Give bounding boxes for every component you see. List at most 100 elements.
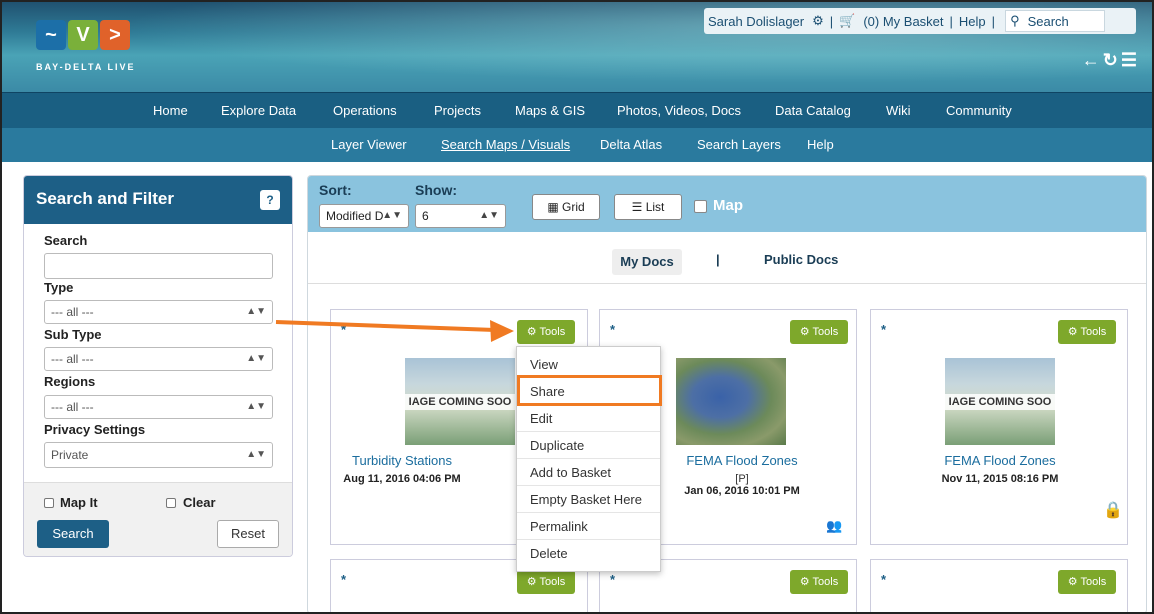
search-input[interactable]	[44, 253, 273, 279]
tools-button[interactable]: ⚙ Tools	[790, 570, 848, 594]
refresh-icon[interactable]: ↻	[1103, 50, 1121, 70]
filter-footer: Map It Clear Search Reset	[24, 482, 292, 556]
tools-label: Tools	[539, 326, 566, 338]
clear-checkbox[interactable]	[166, 498, 176, 508]
tools-button[interactable]: ⚙ Tools	[790, 320, 848, 344]
search-label: Search	[44, 233, 88, 248]
grid-view-button[interactable]: ▦ Grid	[532, 194, 600, 220]
doc-title-link[interactable]: Turbidity Stations	[273, 453, 531, 468]
tools-button[interactable]: ⚙ Tools	[1058, 320, 1116, 344]
gear-icon: ⚙	[1067, 326, 1081, 338]
type-select-value: --- all ---	[51, 305, 94, 319]
divider: |	[991, 13, 996, 29]
favorite-star[interactable]: *	[610, 572, 615, 587]
privacy-select[interactable]: Private ▲▼	[44, 442, 273, 468]
search-filter-panel: Search and Filter ? Search Type --- all …	[23, 175, 293, 557]
show-select[interactable]: 6 ▲▼	[415, 204, 506, 228]
menu-item-delete[interactable]: Delete	[517, 541, 660, 567]
regions-select[interactable]: --- all --- ▲▼	[44, 395, 273, 419]
search-icon: ⚲	[1010, 13, 1020, 28]
subnav-item-delta-atlas[interactable]: Delta Atlas	[600, 128, 662, 162]
site-search-placeholder: Search	[1027, 13, 1069, 29]
show-select-value: 6	[422, 209, 429, 223]
map-it-checkbox[interactable]	[44, 498, 54, 508]
nav-item-operations[interactable]: Operations	[333, 93, 397, 129]
doc-thumbnail[interactable]	[676, 358, 786, 445]
nav-item-explore-data[interactable]: Explore Data	[221, 93, 296, 129]
list-label: List	[645, 200, 665, 214]
tools-button[interactable]: ⚙ Tools	[1058, 570, 1116, 594]
header-toggle-icons[interactable]: ←↻☰	[1082, 50, 1140, 71]
sort-select[interactable]: Modified D ▲▼	[319, 204, 409, 228]
doc-card[interactable]: * ⚙ Tools	[870, 559, 1128, 614]
reset-button[interactable]: Reset	[217, 520, 279, 548]
favorite-star[interactable]: *	[341, 572, 346, 587]
menu-item-empty-basket-here[interactable]: Empty Basket Here	[517, 487, 660, 513]
tools-label: Tools	[1080, 326, 1107, 338]
back-arrow-icon[interactable]: ←	[1082, 50, 1103, 70]
menu-item-permalink[interactable]: Permalink	[517, 514, 660, 540]
subnav-item-layer-viewer[interactable]: Layer Viewer	[331, 128, 407, 162]
logo-bird-icon: ~	[36, 20, 66, 50]
site-search-input[interactable]: ⚲ Search	[1005, 10, 1106, 32]
nav-item-community[interactable]: Community	[946, 93, 1012, 129]
docs-tabs: My Docs | Public Docs	[308, 232, 1146, 284]
doc-thumbnail[interactable]: IAGE COMING SOO	[405, 358, 515, 445]
subnav-item-search-maps[interactable]: Search Maps / Visuals	[441, 128, 570, 162]
doc-title-link[interactable]: FEMA Flood Zones	[871, 453, 1129, 468]
gear-icon: ⚙	[799, 326, 813, 338]
basket-link[interactable]: (0) My Basket	[859, 14, 947, 29]
tools-label: Tools	[812, 576, 839, 588]
cart-icon[interactable]: 🛒	[835, 13, 859, 29]
nav-item-photos-videos-docs[interactable]: Photos, Videos, Docs	[617, 93, 741, 129]
tab-my-docs[interactable]: My Docs	[612, 249, 682, 275]
divider: |	[829, 13, 834, 29]
doc-date: Nov 11, 2015 08:16 PM	[941, 473, 1059, 485]
type-label: Type	[44, 280, 74, 295]
nav-item-data-catalog[interactable]: Data Catalog	[775, 93, 851, 129]
menu-item-edit[interactable]: Edit	[517, 406, 660, 432]
nav-item-home[interactable]: Home	[153, 93, 188, 129]
favorite-star[interactable]: *	[881, 322, 886, 337]
tools-button[interactable]: ⚙ Tools	[517, 570, 575, 594]
subnav-item-search-layers[interactable]: Search Layers	[697, 128, 781, 162]
divider: |	[949, 13, 953, 29]
nav-item-wiki[interactable]: Wiki	[886, 93, 911, 129]
nav-item-maps-gis[interactable]: Maps & GIS	[515, 93, 585, 129]
type-select[interactable]: --- all --- ▲▼	[44, 300, 273, 324]
help-button[interactable]: ?	[260, 190, 280, 210]
subnav-item-help[interactable]: Help	[807, 128, 834, 162]
menu-icon[interactable]: ☰	[1121, 50, 1140, 70]
grid-label: Grid	[562, 200, 585, 214]
gear-icon: ⚙	[526, 576, 540, 588]
clear-label: Clear	[183, 495, 216, 510]
list-view-button[interactable]: ☰ List	[614, 194, 682, 220]
search-button[interactable]: Search	[37, 520, 109, 548]
help-link[interactable]: Help	[955, 14, 990, 29]
show-label: Show:	[415, 182, 457, 198]
doc-thumbnail[interactable]: IAGE COMING SOO	[945, 358, 1055, 445]
favorite-star[interactable]: *	[881, 572, 886, 587]
subtype-label: Sub Type	[44, 327, 102, 342]
gear-icon: ⚙	[1067, 576, 1081, 588]
logo-fish-icon: >	[100, 20, 130, 50]
favorite-star[interactable]: *	[341, 322, 346, 337]
select-caret-icon: ▲▼	[479, 210, 499, 221]
tab-public-docs[interactable]: Public Docs	[764, 252, 838, 267]
tab-separator: |	[716, 252, 720, 267]
lock-icon: 🔒	[1103, 502, 1123, 519]
nav-item-projects[interactable]: Projects	[434, 93, 481, 129]
map-checkbox[interactable]	[694, 200, 707, 213]
doc-card[interactable]: * ⚙ Tools IAGE COMING SOO FEMA Flood Zon…	[870, 309, 1128, 545]
tools-button[interactable]: ⚙ Tools	[517, 320, 575, 344]
map-it-label: Map It	[60, 495, 98, 510]
user-name-link[interactable]: Sarah Dolislager	[704, 14, 808, 29]
subtype-select[interactable]: --- all --- ▲▼	[44, 347, 273, 371]
menu-item-duplicate[interactable]: Duplicate	[517, 433, 660, 459]
gear-icon[interactable]: ⚙	[808, 13, 828, 29]
favorite-star[interactable]: *	[610, 322, 615, 337]
regions-label: Regions	[44, 374, 96, 389]
menu-item-add-to-basket[interactable]: Add to Basket	[517, 460, 660, 486]
primary-nav: Home Explore Data Operations Projects Ma…	[0, 92, 1154, 128]
filter-panel-header: Search and Filter ?	[24, 176, 292, 224]
